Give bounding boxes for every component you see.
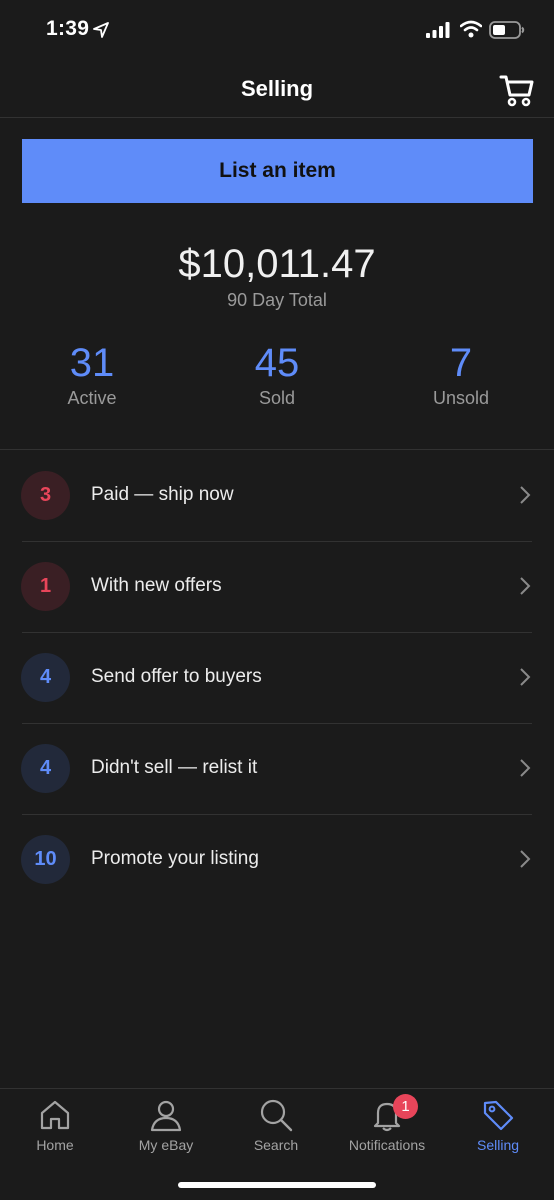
tag-icon [483,1100,514,1131]
status-time: 1:39 [46,17,90,40]
stat-value: 31 [69,341,115,385]
count-badge: 4 [21,653,70,702]
total-amount: $10,011.47 [178,242,376,286]
chevron-right-icon [520,850,531,868]
action-row-paid-ship-now[interactable]: 3 Paid — ship now [0,450,554,541]
stat-active[interactable]: 31 Active [17,340,167,409]
tab-search[interactable]: Search [221,1089,331,1159]
stat-unsold[interactable]: 7 Unsold [386,340,536,409]
stat-label: Unsold [432,388,490,408]
chevron-right-icon [520,668,531,686]
action-label: Send offer to buyers [91,666,262,687]
tab-home[interactable]: Home [0,1089,110,1159]
count-badge: 4 [21,744,70,793]
location-arrow-icon [93,22,109,38]
tab-label: Home [36,1137,74,1153]
tab-selling[interactable]: Selling [443,1089,553,1159]
action-row-relist[interactable]: 4 Didn't sell — relist it [0,723,554,814]
notification-count-badge: 1 [393,1094,418,1119]
stat-label: Sold [258,388,296,408]
selling-screen: 1:39 Selling List an item $10,011.47 90 … [0,0,554,1200]
list-an-item-button[interactable]: List an item [22,139,533,203]
stat-label: Active [67,388,117,408]
person-icon [150,1100,182,1132]
total-caption: 90 Day Total [227,290,327,310]
battery-icon [489,21,525,39]
action-label: Didn't sell — relist it [91,757,258,778]
header: Selling [0,60,554,118]
action-row-promote[interactable]: 10 Promote your listing [0,814,554,905]
page-title: Selling [240,76,314,101]
tab-label: Selling [476,1137,520,1153]
tab-label: My eBay [138,1137,194,1153]
signal-icon [426,22,450,38]
status-bar: 1:39 [0,0,554,60]
stat-value: 45 [254,341,300,385]
action-label: Paid — ship now [91,484,234,505]
tab-my-ebay[interactable]: My eBay [111,1089,221,1159]
search-icon [260,1099,293,1132]
action-row-new-offers[interactable]: 1 With new offers [0,541,554,632]
stat-sold[interactable]: 45 Sold [202,340,352,409]
count-badge: 10 [21,835,70,884]
count-badge: 3 [21,471,70,520]
wifi-icon [460,20,482,38]
action-row-send-offer[interactable]: 4 Send offer to buyers [0,632,554,723]
tab-label: Search [253,1137,299,1153]
action-label: Promote your listing [91,848,259,869]
action-list: 3 Paid — ship now 1 With new offers 4 Se… [0,450,554,905]
tab-label: Notifications [348,1137,426,1153]
count-badge: 1 [21,562,70,611]
home-indicator[interactable] [178,1182,376,1188]
home-icon [40,1100,70,1130]
cart-icon[interactable] [499,73,535,107]
action-label: With new offers [91,575,222,596]
chevron-right-icon [520,486,531,504]
tab-notifications[interactable]: 1 Notifications [332,1089,442,1159]
chevron-right-icon [520,759,531,777]
chevron-right-icon [520,577,531,595]
stat-value: 7 [449,341,473,385]
